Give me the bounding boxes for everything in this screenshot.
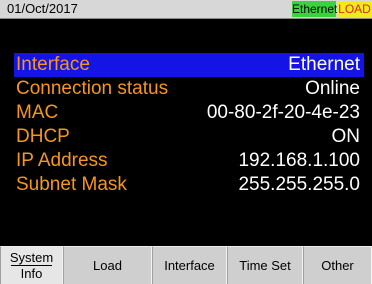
softkey-label: Load	[93, 258, 122, 273]
param-value: 255.255.255.0	[238, 174, 360, 195]
load-softkey[interactable]: Load	[63, 246, 152, 284]
param-row-connection-status[interactable]: Connection status Online	[14, 77, 364, 101]
softkey-label-top: System	[9, 250, 54, 265]
interface-softkey[interactable]: Interface	[152, 246, 227, 284]
time-set-softkey[interactable]: Time Set	[227, 246, 303, 284]
softkey-label: Time Set	[239, 258, 291, 273]
param-value: ON	[331, 126, 361, 147]
param-row-mac[interactable]: MAC 00-80-2f-20-4e-23	[14, 101, 364, 125]
ethernet-status-badge: Ethernet	[292, 1, 338, 17]
param-label: Connection status	[16, 78, 169, 99]
status-bar: 01/Oct/2017 Ethernet LOAD	[0, 0, 372, 19]
status-date: 01/Oct/2017	[7, 1, 78, 16]
param-value: Online	[305, 78, 360, 99]
param-row-dhcp[interactable]: DHCP ON	[14, 125, 364, 149]
softkey-label: Other	[321, 258, 354, 273]
system-info-softkey[interactable]: System Info	[0, 246, 63, 284]
param-row-interface[interactable]: Interface Ethernet	[14, 53, 364, 77]
param-label: DHCP	[16, 126, 70, 147]
param-row-subnet-mask[interactable]: Subnet Mask 255.255.255.0	[14, 173, 364, 197]
param-value: Ethernet	[288, 54, 360, 75]
softkey-bar: System Info Load Interface Time Set Othe…	[0, 246, 372, 284]
param-label: Subnet Mask	[16, 174, 127, 195]
param-label: MAC	[16, 102, 59, 123]
param-label: Interface	[16, 54, 90, 75]
interface-parameter-list: Interface Ethernet Connection status Onl…	[14, 53, 364, 197]
load-mode-badge: LOAD	[337, 1, 372, 17]
other-softkey[interactable]: Other	[303, 246, 372, 284]
param-value: 192.168.1.100	[238, 150, 360, 171]
param-value: 00-80-2f-20-4e-23	[206, 102, 360, 123]
softkey-label: Interface	[164, 258, 215, 273]
softkey-label-bottom: Info	[20, 266, 43, 281]
param-row-ip-address[interactable]: IP Address 192.168.1.100	[14, 149, 364, 173]
instrument-screen: 01/Oct/2017 Ethernet LOAD Interface Ethe…	[0, 0, 372, 284]
param-label: IP Address	[16, 150, 108, 171]
